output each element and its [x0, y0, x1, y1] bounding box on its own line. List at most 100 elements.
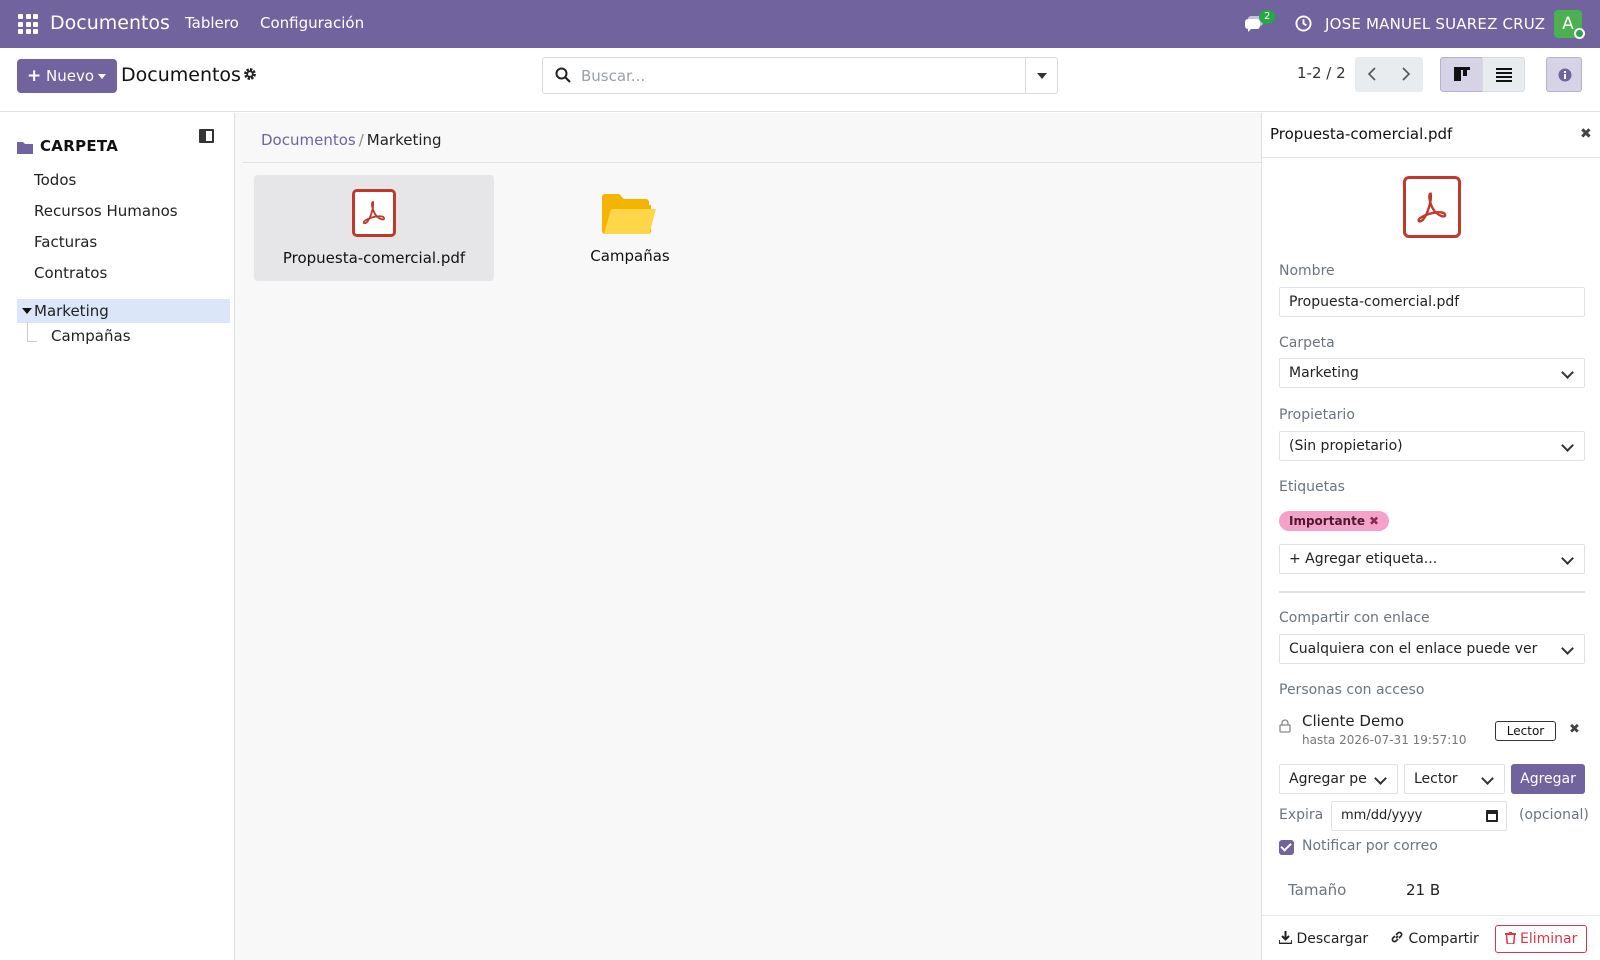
card-title: Campañas	[590, 247, 670, 265]
person-expiry: hasta 2026-07-31 19:57:10	[1302, 733, 1467, 747]
acrobat-icon	[362, 201, 385, 225]
user-menu[interactable]: JOSE MANUEL SUAREZ CRUZ	[1325, 15, 1545, 33]
sidebar-item-recursos-humanos[interactable]: Recursos Humanos	[17, 199, 230, 223]
person-name: Cliente Demo	[1302, 712, 1404, 730]
chevron-down-icon	[1561, 439, 1574, 452]
optional-hint: (opcional)	[1519, 807, 1589, 823]
apps-grid-icon[interactable]	[18, 14, 38, 34]
add-person-select[interactable]: Agregar pe	[1279, 764, 1398, 794]
gear-icon[interactable]	[243, 67, 257, 81]
chevron-right-icon	[1402, 67, 1411, 81]
person-role-badge[interactable]: Lector	[1495, 721, 1556, 741]
folder-icon	[602, 194, 656, 234]
pager-next-button[interactable]	[1389, 57, 1423, 92]
tag-label: Importante	[1289, 514, 1365, 528]
add-person-value: Agregar pe	[1289, 771, 1367, 787]
info-button[interactable]	[1546, 57, 1582, 92]
expiry-date-input[interactable]: mm/dd/yyyy	[1331, 801, 1507, 831]
add-tag-select[interactable]: + Agregar etiqueta...	[1279, 544, 1585, 574]
sidebar-item-campanas[interactable]: Campañas	[51, 327, 131, 345]
breadcrumb-documentos[interactable]: Documentos	[261, 131, 356, 149]
caret-down-icon	[98, 74, 107, 79]
owner-label: Propietario	[1279, 407, 1355, 423]
name-field[interactable]: Propuesta-comercial.pdf	[1279, 287, 1585, 317]
sidebar-item-label: Marketing	[34, 302, 109, 320]
chat-count-badge: 2	[1259, 10, 1276, 24]
clock-icon[interactable]	[1295, 15, 1312, 32]
date-placeholder: mm/dd/yyyy	[1341, 808, 1423, 823]
expires-label: Expira	[1279, 807, 1324, 823]
people-access-label: Personas con acceso	[1279, 682, 1425, 698]
download-label: Descargar	[1296, 931, 1369, 947]
status-dot	[1574, 28, 1585, 39]
caret-down-icon[interactable]	[22, 308, 32, 314]
size-value: 21 B	[1406, 881, 1441, 899]
divider	[1262, 915, 1600, 916]
sidebar-item-contratos[interactable]: Contratos	[17, 261, 230, 285]
chevron-down-icon	[1561, 642, 1574, 655]
collapse-sidebar-icon[interactable]	[199, 129, 214, 143]
owner-select[interactable]: (Sin propietario)	[1279, 431, 1585, 461]
list-view-button[interactable]	[1482, 57, 1525, 92]
folder-select-value: Marketing	[1289, 365, 1359, 381]
download-button[interactable]: Descargar	[1278, 925, 1369, 953]
page-title: Documentos	[121, 64, 241, 86]
top-navbar: Documentos Tablero Configuración 2 JOSE …	[0, 0, 1600, 48]
menu-configuracion[interactable]: Configuración	[260, 14, 364, 32]
pager-value[interactable]: 1-2 / 2	[1297, 64, 1346, 82]
share-button[interactable]: Compartir	[1390, 925, 1479, 953]
sidebar-item-marketing[interactable]: Marketing	[17, 299, 230, 323]
menu-tablero[interactable]: Tablero	[185, 14, 239, 32]
tag-importante: Importante ✖	[1279, 511, 1390, 531]
new-button[interactable]: + Nuevo	[17, 59, 117, 93]
sidebar-item-facturas[interactable]: Facturas	[17, 230, 230, 254]
download-icon	[1278, 931, 1293, 945]
search-icon	[555, 67, 571, 83]
breadcrumb: Documentos / Marketing	[261, 131, 442, 149]
folder-sidebar: CARPETA Todos Recursos Humanos Facturas …	[0, 113, 235, 960]
divider	[1262, 157, 1600, 158]
divider	[243, 162, 1261, 163]
kanban-view-button[interactable]	[1440, 57, 1483, 92]
card-title: Propuesta-comercial.pdf	[282, 249, 466, 267]
close-icon[interactable]: ✖	[1580, 126, 1592, 142]
delete-label: Eliminar	[1520, 931, 1578, 947]
calendar-icon[interactable]	[1486, 810, 1498, 822]
lock-icon	[1279, 719, 1291, 733]
pdf-preview-icon[interactable]	[1403, 176, 1461, 238]
chevron-down-icon	[1561, 552, 1574, 565]
sidebar-item-todos[interactable]: Todos	[17, 168, 230, 192]
folder-card-campanas[interactable]: Campañas	[510, 175, 750, 281]
folder-label: Carpeta	[1279, 335, 1335, 351]
remove-person-icon[interactable]: ✖	[1569, 722, 1580, 737]
kanban-icon	[1454, 67, 1470, 81]
chevron-left-icon	[1367, 67, 1376, 81]
chevron-down-icon	[1374, 772, 1387, 785]
plus-icon: +	[27, 66, 42, 86]
app-brand[interactable]: Documentos	[50, 12, 170, 34]
share-link-select[interactable]: Cualquiera con el enlace puede ver	[1279, 634, 1585, 664]
search-bar	[542, 57, 1058, 94]
remove-tag-icon[interactable]: ✖	[1369, 514, 1379, 528]
delete-button[interactable]: Eliminar	[1495, 925, 1587, 953]
search-input[interactable]	[581, 64, 1011, 88]
add-role-select[interactable]: Lector	[1404, 764, 1505, 794]
link-icon	[1391, 931, 1403, 943]
add-person-button[interactable]: Agregar	[1511, 764, 1585, 794]
pager-previous-button[interactable]	[1355, 57, 1389, 92]
document-card-pdf[interactable]: Propuesta-comercial.pdf	[254, 175, 494, 281]
notify-checkbox[interactable]	[1279, 840, 1294, 855]
new-button-label: Nuevo	[46, 67, 95, 85]
owner-select-value: (Sin propietario)	[1289, 438, 1403, 454]
tags-label: Etiquetas	[1279, 479, 1345, 495]
breadcrumb-separator: /	[358, 131, 364, 149]
documents-kanban: Documentos / Marketing Propuesta-comercial…	[235, 113, 1261, 960]
notify-label[interactable]: Notificar por correo	[1302, 838, 1438, 854]
size-label: Tamaño	[1288, 881, 1347, 899]
search-options-toggle[interactable]	[1025, 58, 1057, 93]
folder-select[interactable]: Marketing	[1279, 358, 1585, 388]
sidebar-title: CARPETA	[40, 137, 119, 155]
name-label: Nombre	[1279, 263, 1335, 279]
list-icon	[1496, 68, 1512, 82]
chevron-down-icon	[1481, 772, 1494, 785]
